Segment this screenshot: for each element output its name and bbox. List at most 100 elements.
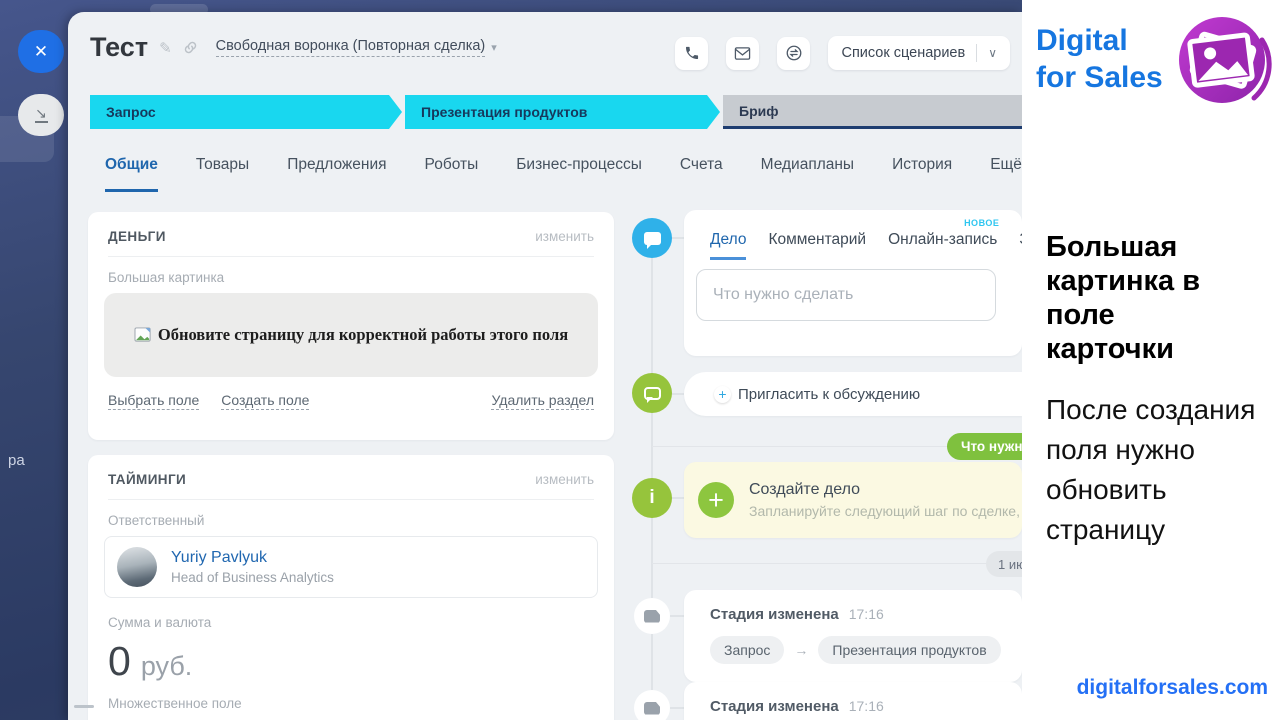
brand-logo-icon [1172,10,1272,110]
timeline-composer-icon [632,218,672,258]
screen: ра ✕ ↘ Тест ✎ Свободная воронка (Повторн… [0,0,1280,720]
delete-section-link[interactable]: Удалить раздел [491,392,594,410]
hint-subtitle: Запланируйте следующий шаг по сделке, чт… [749,503,1022,519]
open-lines-button[interactable] [777,37,810,70]
timeline-separator [652,563,1022,564]
broken-image-icon [134,327,153,344]
stage-brif-current[interactable]: Бриф [723,95,1022,129]
select-field-link[interactable]: Выбрать поле [108,392,199,410]
amount-currency: руб. [141,651,192,682]
big-picture-field-value: Обновите страницу для корректной работы … [104,293,598,377]
invite-label: Пригласить к обсуждению [738,386,920,403]
timeline-discussion-icon [632,373,672,413]
money-edit-link[interactable]: изменить [535,229,594,244]
chat-bubble-outline-icon [644,387,661,400]
stage-changed-event[interactable]: Стадия изменена17:16 [684,682,1022,720]
create-task-hint-card[interactable]: + Создайте дело Запланируйте следующий ш… [684,462,1022,538]
button-divider [976,44,977,62]
deal-tabs: Общие Товары Предложения Роботы Бизнес-п… [105,156,1022,192]
stage-change-event-icon [634,690,670,720]
tl-tab-comment[interactable]: Комментарий [768,231,866,260]
hint-title: Создайте дело [749,481,1022,499]
email-button[interactable] [726,37,759,70]
tab-general[interactable]: Общие [105,156,158,192]
brand-line2: for Sales [1036,59,1163,96]
responsible-user-name[interactable]: Yuriy Pavlyuk [171,549,334,567]
close-icon: ✕ [34,42,48,62]
timeline-date-badge: 1 июня [986,551,1022,577]
deal-stage-bar: Запрос Презентация продуктов Бриф [90,95,1022,129]
responsible-field-label: Ответственный [108,513,594,528]
stage-tag-icon [644,610,660,623]
background-text-fragment: ра [8,452,25,469]
tab-more[interactable]: Ещё [990,156,1022,192]
divider [108,256,594,257]
task-composer-input[interactable] [696,269,996,321]
dock-arrow-icon: ↘ [35,107,48,123]
deal-header: Тест ✎ Свободная воронка (Повторная сдел… [90,32,722,63]
divider [108,499,594,500]
panel-resize-dash [74,705,94,708]
create-field-link[interactable]: Создать поле [221,392,309,410]
stage-changed-event[interactable]: Стадия изменена17:16 Запрос → Презентаци… [684,590,1022,682]
close-slider-button[interactable]: ✕ [18,30,64,73]
plus-icon: + [714,386,731,403]
promo-body-text: После создания поля нужно обновить стран… [1046,390,1258,550]
header-actions: Список сценариев ∨ [675,36,1010,70]
event-title: Стадия изменена [710,606,839,623]
tab-products[interactable]: Товары [196,156,249,192]
avatar [117,547,157,587]
website-link[interactable]: digitalforsales.com [1077,676,1268,700]
new-badge: НОВОЕ [964,218,999,228]
copy-link-icon[interactable] [183,40,198,55]
responsible-user-role: Head of Business Analytics [171,570,334,585]
brand-line1: Digital [1036,22,1163,59]
promo-heading: Большая картинка в поле карточки [1046,230,1241,366]
dock-slider-button[interactable]: ↘ [18,94,64,136]
big-picture-field-label: Большая картинка [108,270,594,285]
stage-tag-icon [644,702,660,715]
envelope-icon [734,46,751,61]
call-button[interactable] [675,37,708,70]
scenarios-dropdown-button[interactable]: Список сценариев ∨ [828,36,1010,70]
scenarios-label: Список сценариев [841,45,965,61]
sum-field-label: Сумма и валюта [108,615,594,630]
timings-edit-link[interactable]: изменить [535,472,594,487]
tab-quotes[interactable]: Предложения [287,156,386,192]
invite-to-discussion-button[interactable]: + Пригласить к обсуждению [684,372,1022,416]
timeline-info-icon: i [632,478,672,518]
tab-robots[interactable]: Роботы [425,156,479,192]
tl-tab-online-booking[interactable]: НОВОЕ Онлайн-запись [888,231,997,260]
refresh-warning-text: Обновите страницу для корректной работы … [158,325,568,345]
tl-tab-task[interactable]: Дело [710,231,746,260]
timeline-composer-card: Дело Комментарий НОВОЕ Онлайн-запись Зво… [684,210,1022,356]
deal-amount: 0 руб. [108,638,594,685]
edit-pencil-icon[interactable]: ✎ [159,39,172,57]
event-title: Стадия изменена [710,698,839,715]
deal-title[interactable]: Тест [90,32,148,63]
tab-invoices[interactable]: Счета [680,156,723,192]
multi-field-label: Множественное поле [108,696,594,711]
funnel-caret-icon: ▾ [491,41,497,54]
phone-icon [684,45,700,61]
quick-task-button[interactable]: Что нужно сделать? [947,433,1022,460]
event-time: 17:16 [849,606,884,622]
arrow-right-icon: → [794,642,808,658]
responsible-user-card[interactable]: Yuriy Pavlyuk Head of Business Analytics [104,536,598,598]
tab-history[interactable]: История [892,156,952,192]
chat-exchange-icon [785,44,803,62]
add-task-button[interactable]: + [698,482,734,518]
crm-app-background: ра ✕ ↘ Тест ✎ Свободная воронка (Повторн… [0,0,1022,720]
amount-value: 0 [108,638,131,685]
funnel-selector[interactable]: Свободная воронка (Повторная сделка) [216,38,486,57]
stage-zapros[interactable]: Запрос [90,95,402,129]
chat-bubble-icon [644,232,661,245]
tab-bizproc[interactable]: Бизнес-процессы [516,156,642,192]
promo-sidebar: Digital for Sales Большая карт [1022,0,1280,720]
chevron-down-icon: ∨ [988,46,997,60]
plus-icon: + [708,485,724,516]
brand-wordmark: Digital for Sales [1036,22,1163,96]
stage-presentation[interactable]: Презентация продуктов [405,95,720,129]
stage-from-pill: Запрос [710,636,784,664]
tab-mediaplans[interactable]: Медиапланы [761,156,854,192]
